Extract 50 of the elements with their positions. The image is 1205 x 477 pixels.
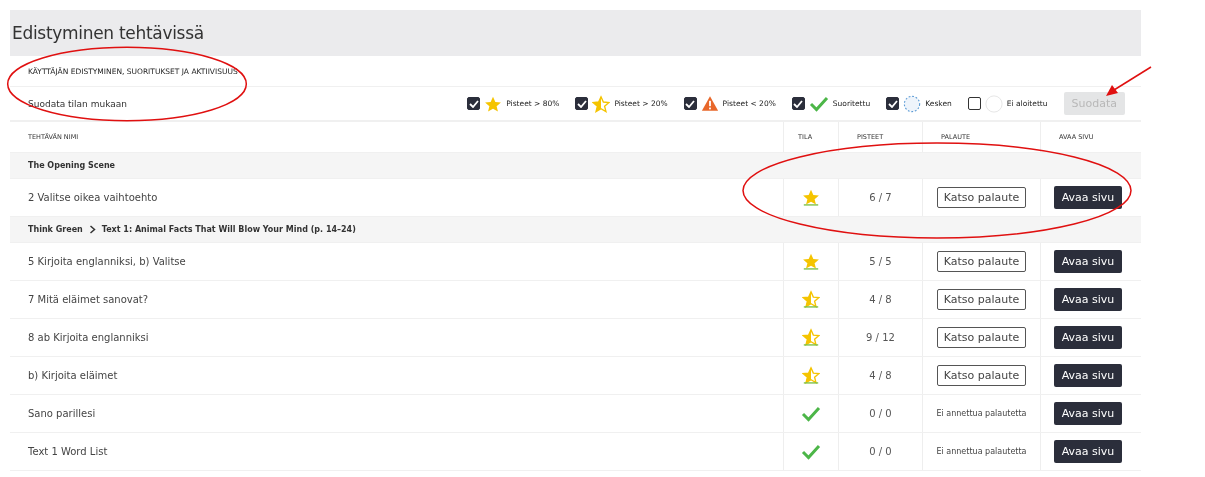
score-text: 6 / 7	[869, 192, 892, 203]
page-title: Edistyminen tehtävissä	[12, 23, 204, 43]
checkbox[interactable]	[967, 97, 981, 110]
open-page-button[interactable]: Avaa sivu	[1053, 288, 1123, 311]
task-name: Sano parillesi	[28, 408, 96, 419]
feedback-button[interactable]: Katso palaute	[936, 187, 1027, 208]
score-text: 0 / 0	[869, 446, 892, 457]
group-title: Text 1: Animal Facts That Will Blow Your Mind (p. 14–24)	[101, 225, 356, 234]
group-title: Think Green	[28, 225, 83, 234]
feedback-button[interactable]: Katso palaute	[936, 327, 1027, 348]
empty-circle-icon	[984, 94, 1003, 113]
chevron-icon	[88, 225, 96, 234]
feedback-button[interactable]: Katso palaute	[936, 289, 1027, 310]
task-name: 5 Kirjoita englanniksi, b) Valitse	[28, 256, 186, 267]
task-name: 2 Valitse oikea vaihtoehto	[28, 192, 158, 203]
task-name: 7 Mitä eläimet sanovat?	[28, 294, 149, 305]
open-page-button[interactable]: Avaa sivu	[1053, 186, 1123, 209]
task-name: Text 1 Word List	[28, 446, 108, 457]
checkbox[interactable]	[683, 97, 697, 110]
checkbox[interactable]	[791, 97, 805, 110]
warning-icon	[700, 95, 719, 112]
task-name: b) Kirjoita eläimet	[28, 370, 118, 381]
no-feedback-text: Ei annettua palautetta	[936, 409, 1027, 418]
open-page-button[interactable]: Avaa sivu	[1053, 440, 1123, 463]
group-title: The Opening Scene	[28, 161, 115, 170]
checkmark-icon	[793, 99, 804, 108]
check-icon	[808, 95, 829, 112]
score-text: 0 / 0	[869, 408, 892, 419]
filter-label: Suodata tilan mukaan	[28, 98, 128, 109]
checkmark-icon	[685, 99, 696, 108]
checkmark-icon	[887, 99, 898, 108]
feedback-button[interactable]: Katso palaute	[936, 365, 1027, 386]
no-feedback-text: Ei annettua palautetta	[936, 447, 1027, 456]
score-text: 4 / 8	[869, 294, 892, 305]
open-page-button[interactable]: Avaa sivu	[1053, 364, 1123, 387]
checkbox[interactable]	[575, 97, 589, 110]
half-star-icon	[592, 94, 611, 113]
score-text: 9 / 12	[866, 332, 895, 343]
checkmark-icon	[576, 99, 587, 108]
task-name: 8 ab Kirjoita englanniksi	[28, 332, 149, 343]
feedback-button[interactable]: Katso palaute	[936, 251, 1027, 272]
checkmark-icon	[468, 99, 479, 108]
open-page-button[interactable]: Avaa sivu	[1053, 402, 1123, 425]
score-text: 5 / 5	[869, 256, 892, 267]
open-page-button[interactable]: Avaa sivu	[1053, 250, 1123, 273]
checkbox[interactable]	[467, 97, 481, 110]
score-text: 4 / 8	[869, 370, 892, 381]
checkbox[interactable]	[886, 97, 900, 110]
open-page-button[interactable]: Avaa sivu	[1053, 326, 1123, 349]
dotted-circle-icon	[903, 94, 922, 113]
